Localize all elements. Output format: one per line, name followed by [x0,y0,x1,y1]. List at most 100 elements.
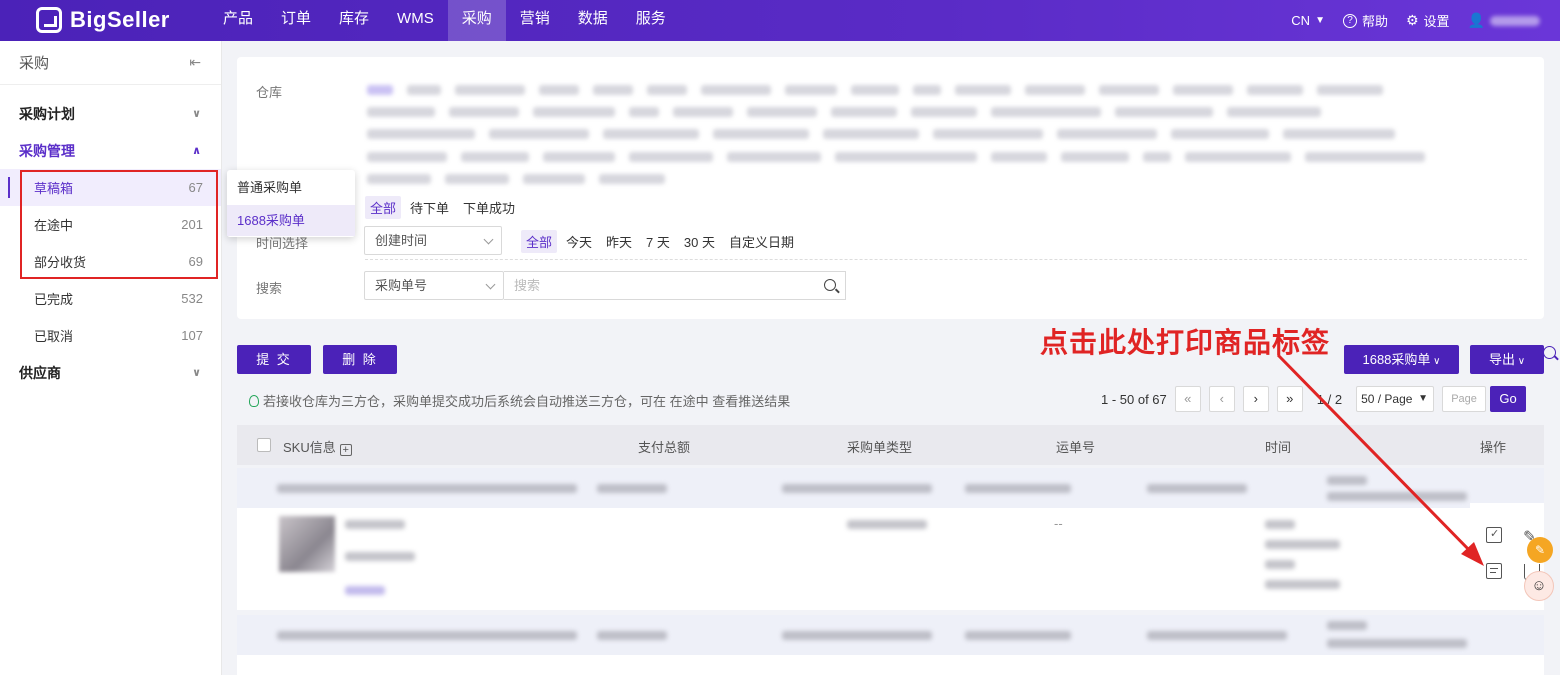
waybill-value: -- [1054,516,1063,531]
page-input-placeholder: Page [1451,393,1477,405]
sidebar-group-plan[interactable]: 采购计划 ∨ [0,95,221,132]
blurred-text [965,484,1071,493]
delete-button[interactable]: 删 除 [323,345,397,374]
chevron-down-icon [485,279,496,290]
page-size-select[interactable]: 50 / Page ▼ [1356,386,1435,412]
search-label: 搜索 [256,281,283,296]
popup-item-normal-order[interactable]: 普通采购单 [227,172,355,203]
nav-item-service[interactable]: 服务 [622,0,680,41]
go-button[interactable]: Go [1490,386,1527,412]
prev-page-button[interactable]: ‹ [1208,386,1235,412]
pagination: 1 - 50 of 67 « ‹ › » 1 / 2 50 / Page ▼ Pa… [1101,386,1527,412]
nav-item-wms[interactable]: WMS [383,0,448,41]
sidebar-header: 采购 ⇤ [0,41,221,85]
nav-item-products[interactable]: 产品 [209,0,267,41]
search-icon[interactable] [1543,346,1556,359]
table-row-summary [237,468,1544,508]
nav-item-inventory[interactable]: 库存 [325,0,383,41]
tab-time-all[interactable]: 全部 [521,230,558,253]
tab-status-success[interactable]: 下单成功 [458,196,520,219]
sidebar-item-count: 107 [181,328,203,343]
blurred-text [345,586,385,595]
language-switch[interactable]: CN ▼ [1291,13,1325,28]
nav-item-marketing[interactable]: 营销 [506,0,564,41]
time-type-select[interactable]: 创建时间 [364,226,502,255]
product-thumbnail [279,516,335,572]
order-type-dropdown-button[interactable]: 1688采购单 [1344,345,1459,374]
settings-label: 设置 [1423,14,1450,29]
chevron-up-icon: ∧ [192,145,201,157]
tab-status-all[interactable]: 全部 [365,196,402,219]
nav-item-data[interactable]: 数据 [564,0,622,41]
page-size-value: 50 / Page [1361,392,1413,406]
settings-link[interactable]: ⚙ 设置 [1406,11,1450,30]
warehouse-options-blurred [367,129,1395,141]
tab-status-pending[interactable]: 待下单 [405,196,454,219]
last-page-button[interactable]: » [1276,386,1303,412]
time-type-value: 创建时间 [375,233,428,248]
collapse-menu-icon[interactable]: ⇤ [189,54,201,71]
sidebar-group-label: 采购计划 [19,105,75,122]
notes-float-icon[interactable]: ✎ [1527,537,1553,563]
export-button[interactable]: 导出 [1470,345,1544,374]
blurred-text [847,520,927,529]
search-field-value: 采购单号 [375,278,428,293]
blurred-text [782,631,932,640]
search-placeholder: 搜索 [514,278,541,293]
tab-time-yesterday[interactable]: 昨天 [601,230,637,253]
blurred-text [345,520,405,529]
blurred-text [1147,484,1247,493]
tab-time-30days[interactable]: 30 天 [679,230,720,253]
warehouse-label: 仓库 [256,85,283,100]
table-header: SKU信息 + 支付总额 采购单类型 运单号 时间 操作 [237,425,1544,465]
lightbulb-icon [249,394,259,407]
col-total: 支付总额 [638,440,691,455]
blurred-text [1147,631,1287,640]
sidebar-item-completed[interactable]: 已完成 532 [0,280,221,317]
tab-time-custom[interactable]: 自定义日期 [724,230,799,253]
expand-plus-icon[interactable]: + [339,444,352,456]
first-page-button[interactable]: « [1174,386,1201,412]
blurred-text [277,484,577,493]
col-time: 时间 [1265,440,1292,455]
blurred-text [782,484,932,493]
logo[interactable]: BigSeller [36,6,170,34]
search-icon[interactable] [824,279,836,291]
sidebar-group-manage[interactable]: 采购管理 ∧ [0,132,221,169]
blurred-text [1327,621,1367,630]
table-row [237,655,1544,675]
gear-icon: ⚙ [1405,12,1419,28]
print-label-icon[interactable] [1486,563,1502,579]
blurred-text [597,631,667,640]
next-page-button[interactable]: › [1242,386,1269,412]
sidebar-item-cancelled[interactable]: 已取消 107 [0,317,221,354]
tip-text: 若接收仓库为三方仓，采购单提交成功后系统会自动推送三方仓，可在 在途中 查看推送… [263,394,791,409]
nav-item-orders[interactable]: 订单 [267,0,325,41]
order-type-popup: 普通采购单 1688采购单 [227,170,355,237]
language-label: CN [1291,13,1311,28]
select-all-checkbox[interactable] [257,438,271,452]
search-field-select[interactable]: 采购单号 [364,271,504,300]
assistant-avatar-icon[interactable]: ☺ [1524,571,1554,601]
blurred-text [1327,492,1467,501]
help-link[interactable]: ? 帮助 [1342,11,1388,30]
page-number-input[interactable]: Page [1442,386,1487,412]
tab-time-7days[interactable]: 7 天 [641,230,675,253]
main-nav: 产品 订单 库存 WMS 采购 营销 数据 服务 [209,0,680,41]
submit-button[interactable]: 提 交 [237,345,311,374]
blurred-text [965,631,1071,640]
sidebar-group-supplier[interactable]: 供应商 ∨ [0,354,221,391]
popup-item-1688-order[interactable]: 1688采购单 [227,205,355,236]
sidebar-item-label: 已完成 [34,292,74,307]
user-name-blurred [1490,15,1540,26]
caret-down-icon: ▼ [1315,15,1325,26]
user-menu[interactable]: 👤 [1468,12,1540,29]
col-sku-label: SKU信息 [283,440,336,455]
nav-item-purchase[interactable]: 采购 [447,0,506,41]
confirm-check-icon[interactable]: ✓ [1486,527,1502,543]
warehouse-options-blurred [367,107,1321,119]
divider [365,259,1527,260]
search-input[interactable]: 搜索 [504,271,846,300]
tab-time-today[interactable]: 今天 [561,230,597,253]
blurred-text [1327,476,1367,485]
